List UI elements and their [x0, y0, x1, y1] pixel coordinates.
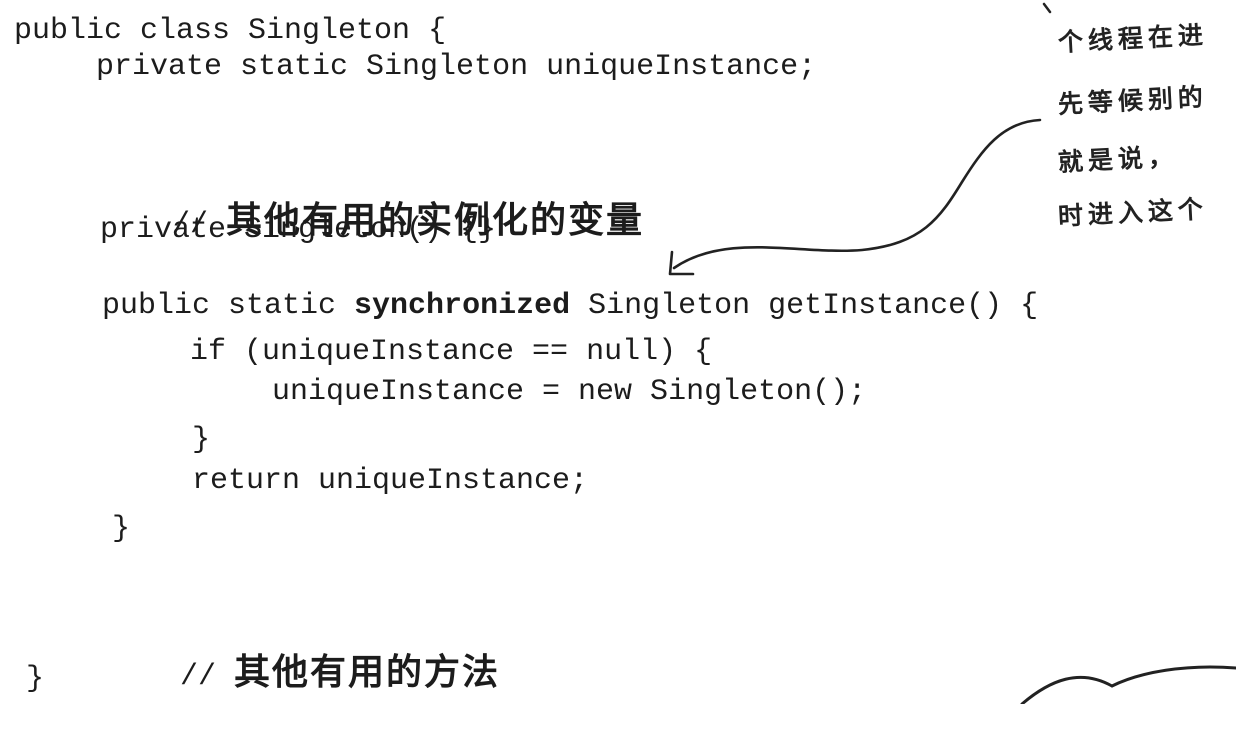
if-statement-line: if (uniqueInstance == null) { [190, 335, 713, 369]
annotation-line: 个线程在进 [1057, 20, 1209, 57]
annotation-line: 时进入这个 [1057, 194, 1209, 231]
comment-text: 其他有用的方法 [234, 651, 501, 693]
methods-comment: // 其他有用的方法 [108, 612, 500, 737]
synchronized-keyword: synchronized [354, 289, 571, 323]
annotation-tick [1042, 2, 1052, 14]
if-close-brace: } [192, 423, 211, 457]
annotation-arrow [672, 118, 1042, 270]
arrow-head [668, 250, 695, 276]
field-declaration-line: private static Singleton uniqueInstance; [96, 50, 817, 84]
constructor-line: private Singleton() {} [100, 213, 497, 247]
method-return-and-name: Singleton getInstance() { [570, 289, 1039, 323]
class-declaration-line: public class Singleton { [14, 14, 447, 48]
method-modifiers: public static [102, 289, 355, 323]
comment-marker: // [180, 660, 235, 694]
callout-bubble-edge [1020, 665, 1236, 704]
annotation-line: 先等候别的 [1057, 82, 1209, 119]
return-line: return uniqueInstance; [192, 464, 589, 498]
method-signature-line: public static synchronized Singleton get… [102, 289, 1038, 323]
annotation-line: 就是说， [1057, 141, 1179, 177]
method-close-brace: } [112, 512, 131, 546]
class-close-brace: } [26, 662, 45, 696]
assignment-line: uniqueInstance = new Singleton(); [272, 375, 867, 409]
